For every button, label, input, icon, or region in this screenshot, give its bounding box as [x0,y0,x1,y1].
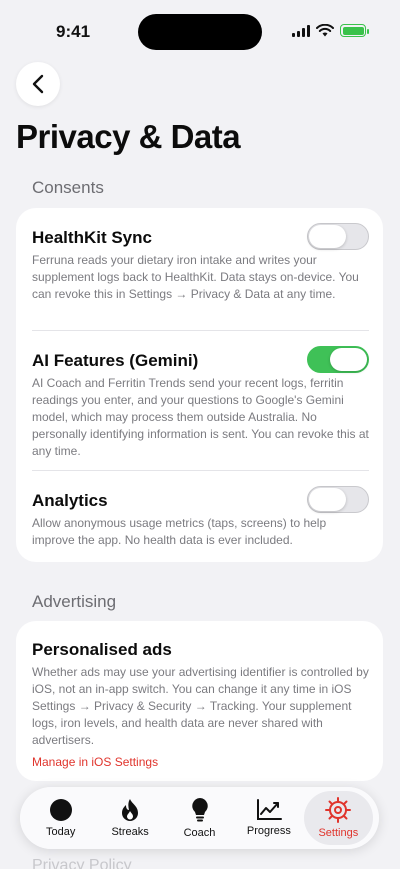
tab-label: Settings [318,827,359,839]
tab-label: Streaks [111,826,149,838]
consents-section-header: Consents [32,178,104,197]
back-button[interactable] [16,62,60,106]
toggle-knob [309,225,346,248]
personalised-ads-description: Whether ads may use your advertising ide… [32,665,369,747]
wifi-icon [316,24,334,37]
page-title: Privacy & Data [16,118,241,155]
personalised-ads-row: Personalised ads Whether ads may use you… [32,640,369,769]
consents-card: HealthKit Sync Ferruna reads your dietar… [16,208,383,562]
healthkit-sync-toggle[interactable] [307,223,369,250]
status-time: 9:41 [56,22,91,41]
tab-progress[interactable]: Progress [234,791,303,845]
battery-icon [340,24,369,37]
tab-label: Progress [246,825,291,837]
tab-settings[interactable]: Settings [303,791,374,845]
healthkit-sync-description: Ferruna reads your dietary iron intake a… [32,253,359,301]
divider [32,330,369,331]
gear-icon [325,797,352,823]
tab-label: Today [46,826,76,838]
ai-features-description: AI Coach and Ferritin Trends send your r… [32,376,369,458]
circle-icon [49,799,72,821]
cellular-signal-icon [292,24,310,37]
tab-today[interactable]: Today [26,791,95,845]
toggle-knob [330,348,367,371]
chart-line-icon [256,799,282,820]
analytics-toggle[interactable] [307,486,369,513]
ai-features-toggle[interactable] [307,346,369,373]
chevron-left-icon [32,74,44,94]
personalised-ads-title: Personalised ads [32,640,172,659]
flame-icon [122,799,139,821]
toggle-knob [309,488,346,511]
analytics-description: Allow anonymous usage metrics (taps, scr… [32,516,327,547]
lightbulb-icon [191,798,208,822]
dynamic-island [138,14,262,50]
status-icons [292,24,369,37]
advertising-section-header: Advertising [32,592,117,611]
privacy-policy-section-header: Privacy Policy [32,857,132,869]
advertising-card: Personalised ads Whether ads may use you… [16,621,383,781]
tab-streaks[interactable]: Streaks [95,791,164,845]
manage-ios-settings-link[interactable]: Manage in iOS Settings [32,755,369,769]
tab-bar: Today Streaks Coach Progress Settings [20,787,379,849]
status-bar: 9:41 [0,0,400,64]
tab-label: Coach [183,827,216,839]
tab-coach[interactable]: Coach [165,791,234,845]
divider [32,470,369,471]
